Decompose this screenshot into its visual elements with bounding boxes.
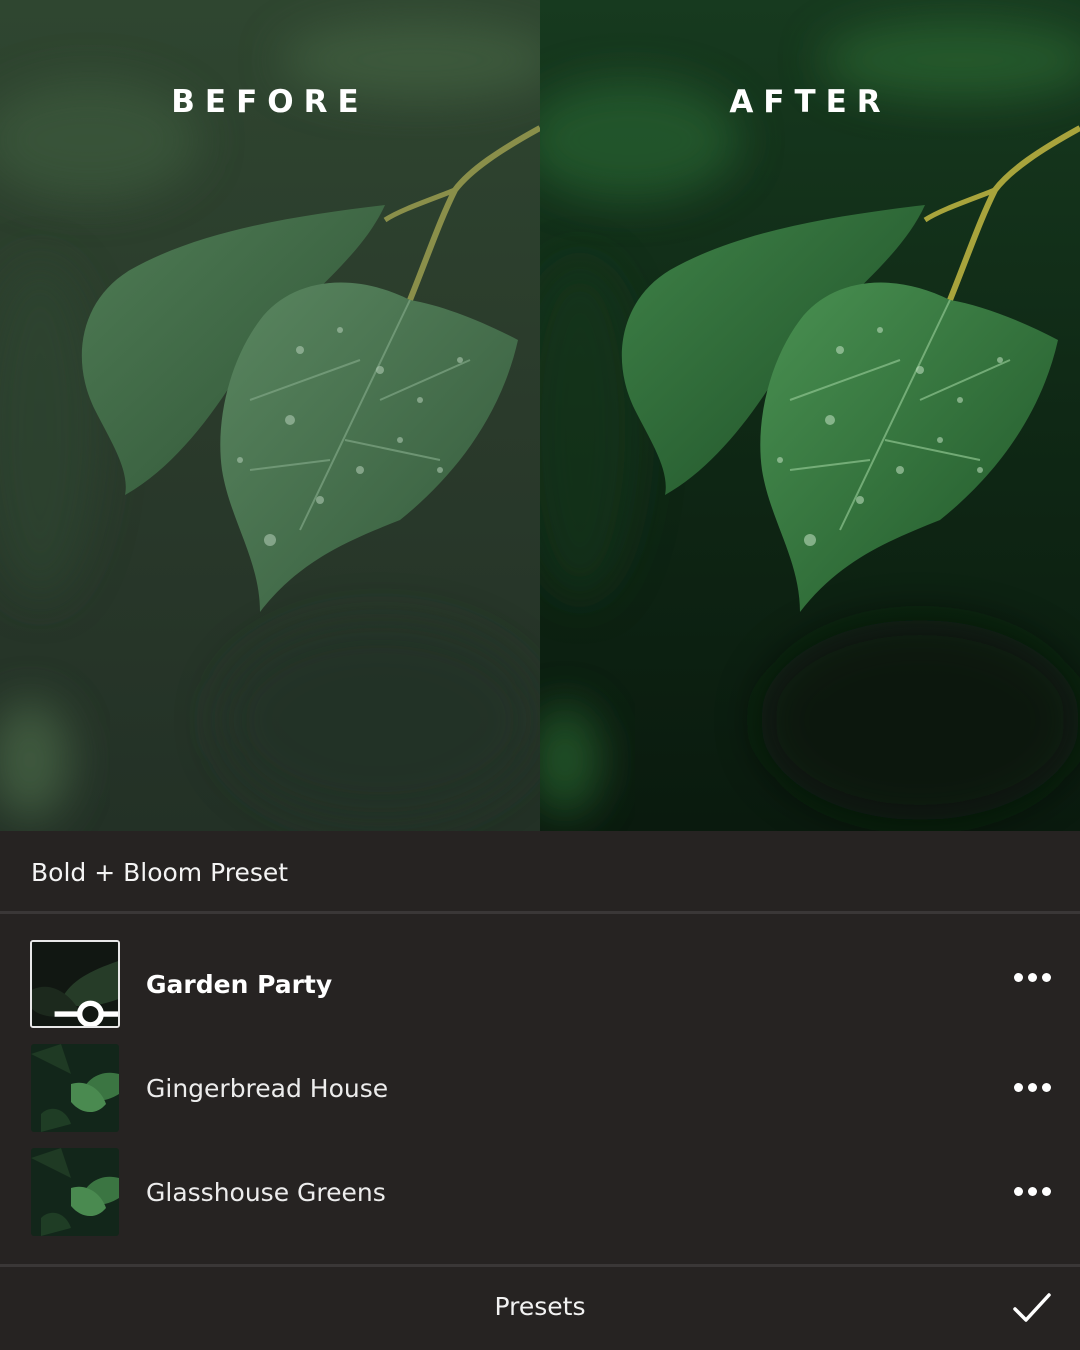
toolbar-title: Presets xyxy=(494,1292,586,1321)
more-options-icon[interactable] xyxy=(1012,1080,1054,1094)
preset-group-header[interactable]: Bold + Bloom Preset xyxy=(0,831,1080,911)
after-label: AFTER xyxy=(729,84,891,120)
preset-thumbnail xyxy=(31,1044,119,1132)
after-image: AFTER xyxy=(540,0,1080,831)
preset-thumbnail xyxy=(31,1148,119,1236)
more-options-icon[interactable] xyxy=(1012,970,1054,984)
before-label: BEFORE xyxy=(171,84,369,120)
preset-name: Glasshouse Greens xyxy=(146,1178,386,1207)
adjust-sliders-icon xyxy=(54,1000,118,1026)
preset-item-garden-party[interactable]: Garden Party xyxy=(0,936,1080,1036)
before-image: BEFORE xyxy=(0,0,540,831)
checkmark-icon[interactable] xyxy=(1012,1291,1052,1325)
before-after-comparison: BEFORE AFTER xyxy=(0,0,1080,831)
preset-name: Gingerbread House xyxy=(146,1074,389,1103)
preset-list: Garden Party Gingerbread House Glasshous… xyxy=(0,914,1080,1264)
preset-item-glasshouse-greens[interactable]: Glasshouse Greens xyxy=(0,1144,1080,1244)
more-options-icon[interactable] xyxy=(1012,1184,1054,1198)
preset-name: Garden Party xyxy=(146,970,333,999)
bottom-toolbar: Presets xyxy=(0,1267,1080,1350)
preset-thumbnail xyxy=(30,940,120,1028)
preset-item-gingerbread-house[interactable]: Gingerbread House xyxy=(0,1040,1080,1140)
preset-group-title: Bold + Bloom Preset xyxy=(31,858,289,887)
